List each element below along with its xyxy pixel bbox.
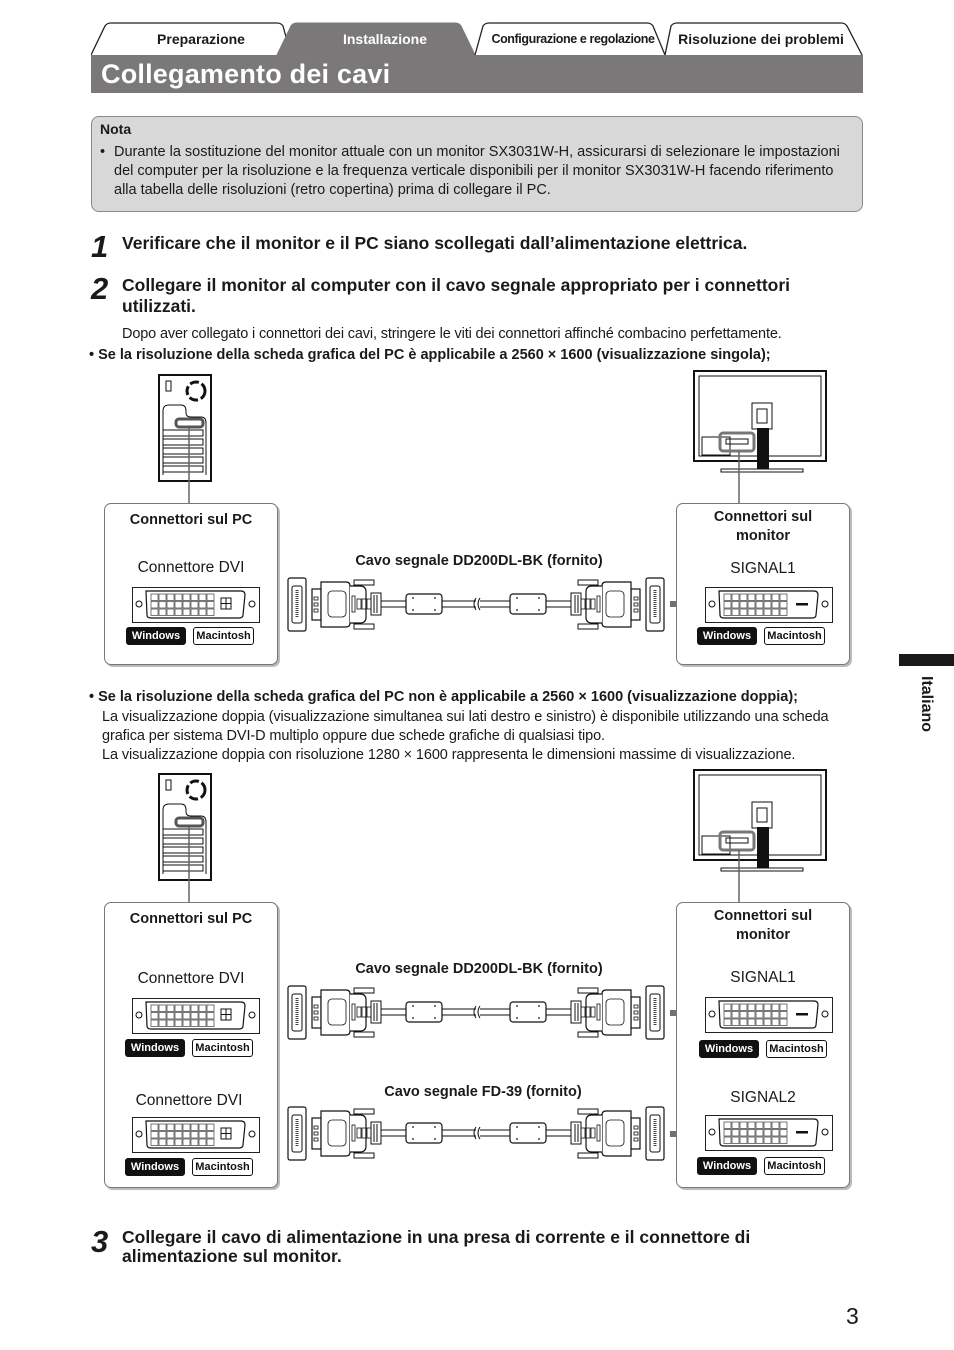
os-badge-macintosh: Macintosh <box>766 1040 827 1058</box>
os-badge-windows: Windows <box>697 1157 757 1175</box>
box-title: Connettori sul PC <box>129 911 253 927</box>
dual-display-note: La visualizzazione doppia con risoluzion… <box>102 747 796 763</box>
pc-connectors-box: Connettori sul PC Connettore DVI Windows… <box>104 503 278 665</box>
os-badge-windows: Windows <box>126 627 186 645</box>
os-badge-macintosh: Macintosh <box>193 627 254 645</box>
connector-label: Connettore DVI <box>137 970 245 987</box>
dvi-port-face <box>708 1000 829 1029</box>
os-badge-windows: Windows <box>125 1158 185 1176</box>
os-badge-windows: Windows <box>697 627 757 645</box>
dvi-port-face <box>135 590 256 619</box>
language-tab-label: Italiano <box>918 676 935 733</box>
connector-label: SIGNAL2 <box>730 1089 796 1106</box>
monitor-back-icon <box>692 768 828 873</box>
cable-label: Cavo segnale DD200DL-BK (fornito) <box>355 961 603 977</box>
connector-label: SIGNAL1 <box>730 560 796 577</box>
os-badge-macintosh: Macintosh <box>764 627 825 645</box>
os-badge-macintosh: Macintosh <box>192 1039 253 1057</box>
monitor-back-icon <box>692 369 828 474</box>
dvi-cable-icon <box>286 1105 666 1162</box>
monitor-connectors-box: Connettori sul monitor SIGNAL1 Windows M… <box>676 503 850 665</box>
dvi-port-face <box>708 590 829 619</box>
dvi-port-icon <box>132 1117 260 1153</box>
box-title: Connettori sul monitor <box>713 509 813 544</box>
cable-label: Cavo segnale DD200DL-BK (fornito) <box>355 553 603 569</box>
box-title: Connettori sul monitor <box>713 908 813 943</box>
cable-label: Cavo segnale FD-39 (fornito) <box>384 1084 582 1100</box>
step-text: Collegare il cavo di alimentazione in un… <box>122 1227 751 1266</box>
dvi-port-icon <box>132 587 260 623</box>
dual-display-text: La visualizzazione doppia (visualizzazio… <box>102 709 829 744</box>
step-number: 3 <box>91 1224 109 1259</box>
pc-tower-icon <box>157 772 213 882</box>
step-3: 3 Collegare il cavo di alimentazione in … <box>91 1224 863 1266</box>
language-tab-marker <box>899 654 954 666</box>
dvi-port-icon <box>705 1115 833 1151</box>
dvi-cable-icon <box>286 984 666 1041</box>
connector-label: Connettore DVI <box>135 1092 243 1109</box>
dvi-port-face <box>708 1118 829 1147</box>
connector-label: Connettore DVI <box>137 559 245 576</box>
os-badge-windows: Windows <box>699 1040 759 1058</box>
dvi-port-icon <box>705 997 833 1033</box>
dvi-port-icon <box>132 998 260 1034</box>
pc-tower-icon <box>157 373 213 483</box>
os-badge-macintosh: Macintosh <box>764 1157 825 1175</box>
dvi-port-face <box>135 1001 256 1030</box>
os-badge-macintosh: Macintosh <box>192 1158 253 1176</box>
dvi-port-face <box>135 1120 256 1149</box>
box-title: Connettori sul PC <box>129 512 253 528</box>
monitor-connectors-box: Connettori sul monitor SIGNAL1 Windows M… <box>676 902 850 1188</box>
pc-connectors-box: Connettori sul PC Connettore DVI Windows… <box>104 902 278 1188</box>
page-number: 3 <box>846 1303 859 1329</box>
dual-display-heading: • Se la risoluzione della scheda grafica… <box>89 689 798 705</box>
os-badge-windows: Windows <box>125 1039 185 1057</box>
connector-label: SIGNAL1 <box>730 969 796 986</box>
dvi-port-icon <box>705 587 833 623</box>
dvi-cable-icon <box>286 576 666 633</box>
